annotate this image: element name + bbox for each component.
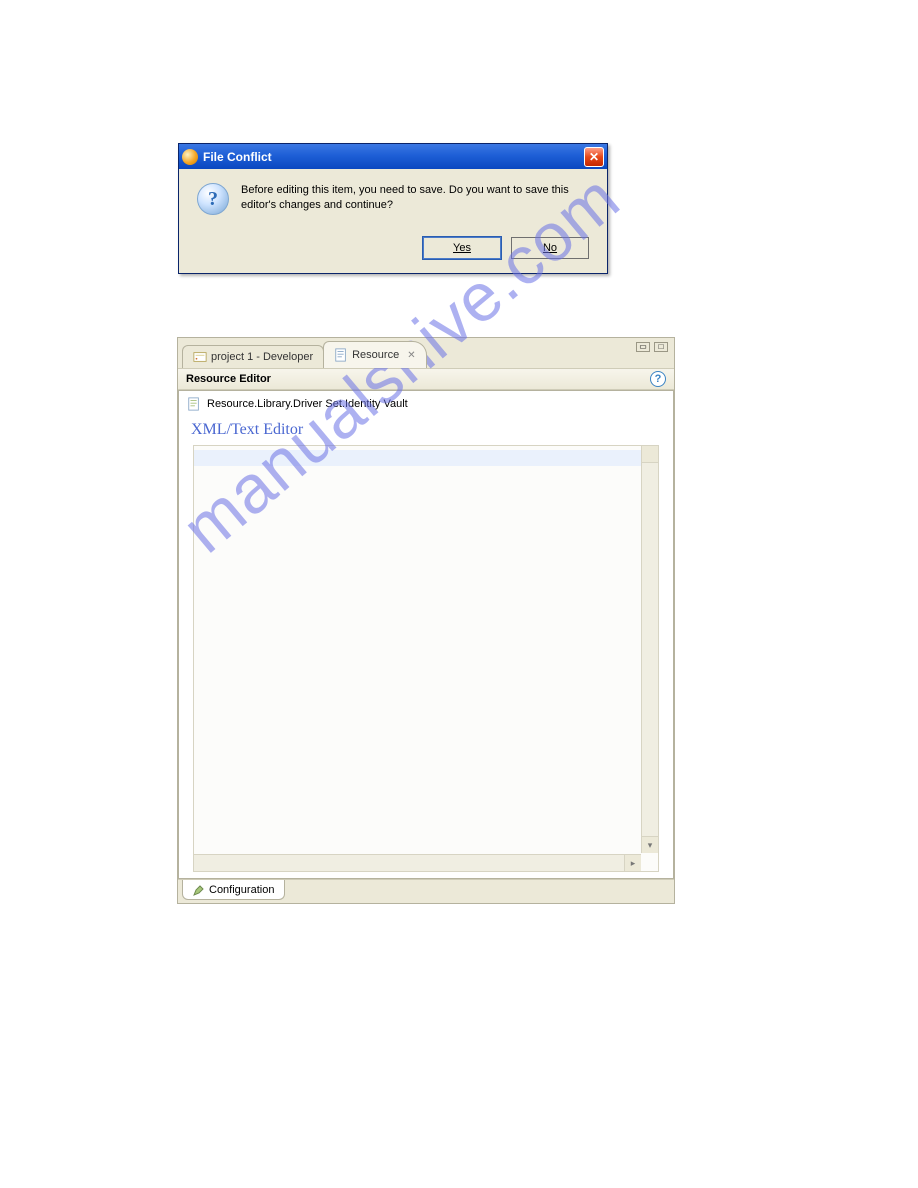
close-icon[interactable]: ✕: [584, 147, 604, 167]
horizontal-scrollbar[interactable]: ▸: [194, 854, 641, 871]
no-button[interactable]: No: [511, 237, 589, 259]
resource-path: Resource.Library.Driver Set.Identity Vau…: [207, 398, 408, 410]
pen-icon: [193, 884, 205, 896]
scroll-right-icon[interactable]: ▸: [624, 855, 641, 871]
document-icon: [187, 397, 201, 411]
dialog-buttons: Yes No: [179, 229, 607, 273]
editor-header: Resource Editor ?: [178, 368, 674, 390]
xml-editor-area[interactable]: ▾ ▸: [193, 445, 659, 872]
editor-bottom-tabs: Configuration: [178, 879, 674, 903]
bottom-tab-label: Configuration: [209, 884, 274, 896]
dialog-title-icon: [182, 149, 198, 165]
scroll-down-icon[interactable]: ▾: [642, 836, 658, 853]
editor-tabstrip: project 1 - Developer Resource ✕ ▭ □: [178, 338, 674, 368]
tab-label: Resource: [352, 349, 399, 361]
pane-window-controls: ▭ □: [636, 342, 668, 352]
resource-editor-pane: project 1 - Developer Resource ✕ ▭ □ Res…: [177, 337, 675, 904]
vertical-scrollbar[interactable]: ▾: [641, 446, 658, 853]
project-tab-icon: [193, 350, 207, 364]
tab-resource[interactable]: Resource ✕: [323, 341, 426, 368]
dialog-titlebar[interactable]: File Conflict ✕: [179, 144, 607, 169]
resource-path-row: Resource.Library.Driver Set.Identity Vau…: [179, 391, 673, 417]
tab-project-developer[interactable]: project 1 - Developer: [182, 345, 324, 368]
dialog-title: File Conflict: [203, 150, 272, 164]
editor-content: Resource.Library.Driver Set.Identity Vau…: [178, 390, 674, 879]
question-icon: ?: [197, 183, 229, 215]
editor-heading: Resource Editor: [186, 373, 271, 385]
file-conflict-dialog: File Conflict ✕ ? Before editing this it…: [178, 143, 608, 274]
tab-close-icon[interactable]: ✕: [407, 350, 415, 361]
scroll-up-icon[interactable]: [642, 446, 658, 463]
xml-text-editor-title: XML/Text Editor: [179, 417, 673, 445]
yes-button[interactable]: Yes: [423, 237, 501, 259]
tab-label: project 1 - Developer: [211, 351, 313, 363]
minimize-icon[interactable]: ▭: [636, 342, 650, 352]
tab-configuration[interactable]: Configuration: [182, 880, 285, 900]
dialog-body: ? Before editing this item, you need to …: [179, 169, 607, 229]
editor-current-line: [194, 450, 658, 466]
maximize-icon[interactable]: □: [654, 342, 668, 352]
resource-tab-icon: [334, 348, 348, 362]
help-icon[interactable]: ?: [650, 371, 666, 387]
dialog-message: Before editing this item, you need to sa…: [241, 183, 589, 215]
